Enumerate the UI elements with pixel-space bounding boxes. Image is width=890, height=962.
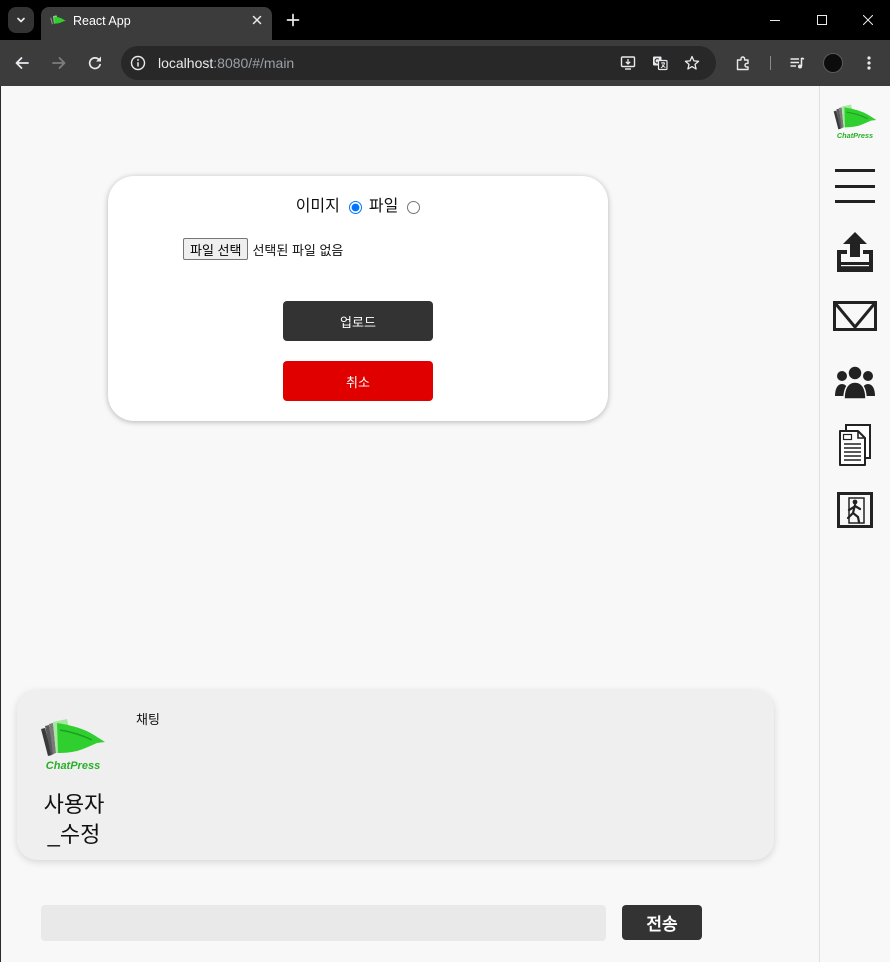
users-icon xyxy=(835,365,875,400)
media-control-icon[interactable] xyxy=(789,55,805,71)
arrow-right-icon[interactable] xyxy=(51,55,67,71)
sidebar-upload-button[interactable] xyxy=(835,232,875,272)
star-icon[interactable] xyxy=(684,55,700,71)
chat-logo-text: ChatPress xyxy=(46,760,100,772)
exit-icon xyxy=(837,492,873,528)
page-viewport: 이미지 파일 파일 선택 선택된 파일 없음 업로드 취소 ChatPress … xyxy=(0,86,890,962)
more-vertical-icon[interactable] xyxy=(861,55,877,71)
choose-file-button[interactable]: 파일 선택 xyxy=(183,238,249,260)
arrow-left-icon[interactable] xyxy=(14,55,30,71)
file-status-text: 선택된 파일 없음 xyxy=(252,242,344,258)
chat-title: 채팅 xyxy=(136,712,160,727)
puzzle-icon[interactable] xyxy=(735,55,751,71)
upload-type-radio-image[interactable] xyxy=(348,200,362,214)
upload-type-label-image: 이미지 xyxy=(295,198,340,215)
translate-icon[interactable] xyxy=(652,55,668,71)
toolbar-divider xyxy=(770,56,771,70)
url-host: localhost xyxy=(158,55,214,71)
cancel-button[interactable]: 취소 xyxy=(283,361,433,401)
address-bar[interactable]: localhost:8080/#/main xyxy=(121,46,716,80)
chat-room-card[interactable]: ChatPress 채팅 사용자_수정 xyxy=(17,690,774,860)
url-path: :8080/#/main xyxy=(213,55,295,71)
upload-type-selector: 이미지 파일 xyxy=(108,196,608,218)
message-input[interactable] xyxy=(41,905,606,941)
chat-user-name: 사용자_수정 xyxy=(43,792,105,847)
sidebar-menu-button[interactable] xyxy=(835,168,875,204)
upload-button[interactable]: 업로드 xyxy=(283,301,433,341)
close-window-icon[interactable] xyxy=(863,15,873,25)
main-content: 이미지 파일 파일 선택 선택된 파일 없음 업로드 취소 ChatPress … xyxy=(0,86,819,962)
chatpress-logo: ChatPress xyxy=(41,719,105,772)
sidebar-exit-button[interactable] xyxy=(837,492,873,528)
sidebar-documents-button[interactable] xyxy=(838,424,872,466)
upload-icon xyxy=(837,232,873,272)
close-icon[interactable] xyxy=(249,12,265,28)
tab-search-button[interactable] xyxy=(8,7,34,33)
tab-react-app[interactable]: React App xyxy=(41,7,272,40)
upload-type-radio-file[interactable] xyxy=(407,200,421,214)
send-button[interactable]: 전송 xyxy=(622,905,702,940)
browser-window: React App localhost:8080/#/main 이미지 파일 파… xyxy=(0,0,890,962)
profile-avatar[interactable] xyxy=(823,53,843,73)
upload-type-label-file: 파일 xyxy=(368,198,399,215)
chatpress-logo-icon xyxy=(50,15,66,25)
browser-toolbar: localhost:8080/#/main xyxy=(0,40,890,86)
url-text[interactable]: localhost:8080/#/main xyxy=(158,46,294,80)
upload-modal: 이미지 파일 파일 선택 선택된 파일 없음 업로드 취소 xyxy=(108,176,608,421)
mail-icon xyxy=(833,301,877,331)
info-icon[interactable] xyxy=(130,55,146,71)
install-app-icon[interactable] xyxy=(620,55,636,71)
minimize-icon[interactable] xyxy=(770,15,780,25)
file-input: 파일 선택 선택된 파일 없음 xyxy=(183,238,343,260)
right-sidebar: ChatPress xyxy=(819,86,890,962)
tab-strip: React App xyxy=(0,0,890,40)
sidebar-logo-text: ChatPress xyxy=(837,131,873,140)
sidebar-logo[interactable]: ChatPress xyxy=(833,104,877,140)
sidebar-users-button[interactable] xyxy=(835,365,875,400)
document-icon xyxy=(839,424,871,466)
menu-icon xyxy=(835,169,875,203)
plus-icon[interactable] xyxy=(285,12,301,28)
sidebar-mail-button[interactable] xyxy=(833,301,877,331)
tab-title: React App xyxy=(73,14,131,28)
chevron-down-icon xyxy=(17,17,25,23)
maximize-icon[interactable] xyxy=(817,15,827,25)
reload-icon[interactable] xyxy=(87,55,103,71)
